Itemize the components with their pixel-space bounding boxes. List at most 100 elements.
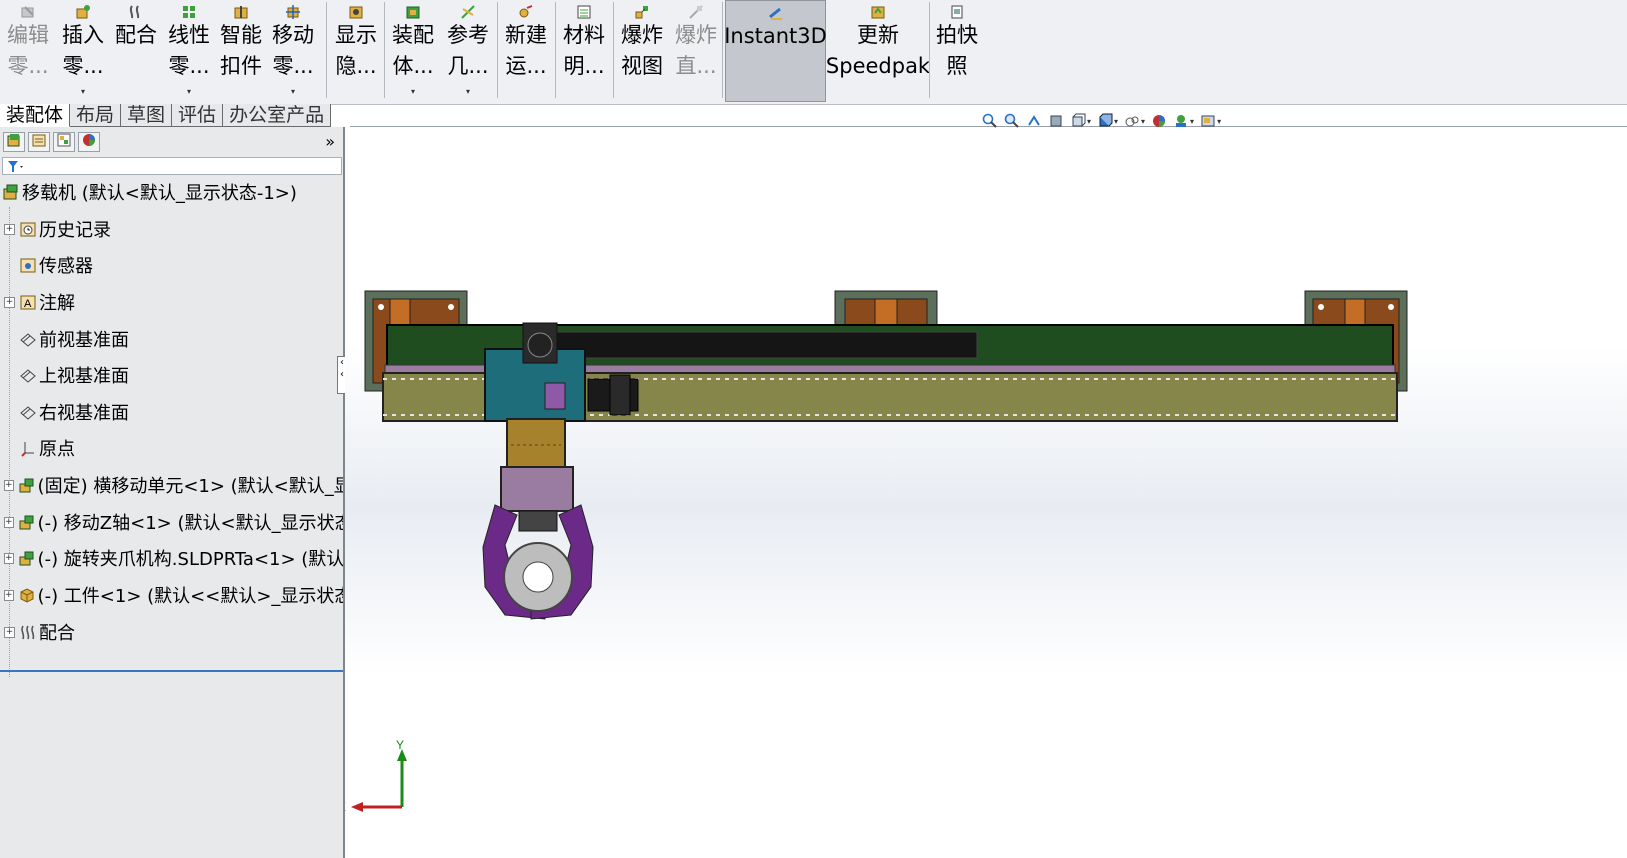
zoom-area-icon[interactable] [1004, 113, 1020, 129]
tab-sketch[interactable]: 草图 [121, 104, 173, 127]
history-icon [19, 220, 37, 238]
update-speedpak-button[interactable]: 更新 Speedpak [826, 0, 930, 102]
view-orientation-icon[interactable]: ▾ [1070, 113, 1091, 129]
plane-icon [19, 366, 37, 384]
section-view-icon[interactable] [1048, 113, 1064, 129]
subassembly-icon [18, 476, 36, 494]
ribbon-separator [326, 2, 327, 98]
insert-component-icon [74, 4, 92, 20]
expand-toggle-icon[interactable]: + [4, 516, 14, 528]
property-manager-tab[interactable] [28, 132, 50, 152]
tree-item-top-plane[interactable]: 上视基准面 [0, 360, 343, 390]
z-axis-slide[interactable] [506, 418, 566, 470]
new-motion-icon [517, 4, 535, 20]
dropdown-arrow-icon[interactable]: ▾ [411, 87, 415, 96]
bom-icon [575, 4, 593, 20]
configuration-icon [56, 132, 72, 152]
view-settings-icon[interactable]: ▾ [1200, 113, 1221, 129]
command-ribbon: 编辑 零... 插入 零... ▾ 配合 线性 零... ▾ 智能 扣件 移动 … [0, 0, 1627, 105]
linear-pattern-icon [180, 4, 198, 20]
property-manager-icon [31, 132, 47, 152]
tree-item-mates[interactable]: + 配合 [0, 617, 343, 647]
model-canvas[interactable]: Y X [345, 127, 1627, 858]
triad-x-label: X [345, 800, 346, 814]
new-motion-study-button[interactable]: 新建 运... [500, 0, 552, 102]
sensor-icon [19, 256, 37, 274]
dropdown-arrow-icon[interactable]: ▾ [466, 87, 470, 96]
dropdown-arrow-icon[interactable]: ▾ [81, 87, 85, 96]
instant3d-button[interactable]: Instant3D [724, 0, 827, 102]
tree-item-z-axis[interactable]: + (-) 移动Z轴<1> (默认<默认_显示状态-1>) [0, 507, 343, 537]
tab-evaluate[interactable]: 评估 [172, 104, 224, 127]
tree-item-origin[interactable]: 原点 [0, 433, 343, 463]
speedpak-icon [869, 4, 887, 20]
expand-toggle-icon[interactable]: + [4, 626, 15, 638]
exploded-view-button[interactable]: 爆炸 视图 [616, 0, 668, 102]
explode-line-sketch-button[interactable]: 爆炸 直... [670, 0, 722, 102]
hide-show-items-icon[interactable]: ▾ [1124, 113, 1145, 129]
display-manager-icon [81, 132, 97, 152]
tree-item-right-plane[interactable]: 右视基准面 [0, 397, 343, 427]
feature-manager-tab[interactable] [3, 132, 25, 152]
svg-text:A: A [24, 298, 32, 310]
explode-line-icon [687, 4, 705, 20]
previous-view-icon[interactable] [1026, 113, 1042, 129]
expand-toggle-icon[interactable]: + [4, 552, 14, 564]
tree-item-history[interactable]: + 历史记录 [0, 214, 343, 244]
dropdown-arrow-icon[interactable]: ▾ [187, 87, 191, 96]
reference-geometry-icon [459, 4, 477, 20]
tab-layout[interactable]: 布局 [70, 104, 122, 127]
tree-root-assembly[interactable]: 移载机 (默认<默认_显示状态-1>) [0, 177, 343, 207]
display-manager-tab[interactable] [78, 132, 100, 152]
servo-motor[interactable] [587, 374, 639, 416]
coordinate-triad: Y X [345, 738, 407, 814]
plane-icon [19, 403, 37, 421]
more-tabs-chevron-icon[interactable]: » [325, 132, 335, 151]
edit-appearance-icon[interactable] [1151, 113, 1167, 129]
assembly-features-button[interactable]: 装配 体... ▾ [387, 0, 439, 102]
tree-item-rotary-gripper[interactable]: + (-) 旋转夹爪机构.SLDPRTa<1> (默认<默认 [0, 543, 343, 573]
expand-toggle-icon[interactable]: + [4, 589, 14, 601]
take-snapshot-button[interactable]: 拍快 照 [932, 0, 982, 102]
linear-pattern-button[interactable]: 线性 零... ▾ [164, 0, 214, 102]
tree-item-workpiece[interactable]: + (-) 工件<1> (默认<<默认>_显示状态 1>) [0, 580, 343, 610]
reference-geometry-button[interactable]: 参考 几... ▾ [442, 0, 494, 102]
expand-toggle-icon[interactable]: + [4, 223, 15, 235]
heads-up-view-toolbar: ▾ ▾ ▾ ▾ ▾ [982, 112, 1227, 130]
graphics-area[interactable]: Y X [345, 127, 1627, 858]
center-mount-bracket[interactable] [834, 290, 938, 328]
dropdown-arrow-icon[interactable]: ▾ [291, 87, 295, 96]
origin-icon [19, 439, 37, 457]
tree-filter[interactable] [2, 157, 342, 175]
apply-scene-icon[interactable]: ▾ [1173, 113, 1194, 129]
ribbon-separator [555, 2, 556, 98]
tab-office-products[interactable]: 办公室产品 [223, 104, 332, 127]
filter-icon[interactable] [7, 159, 25, 178]
workpiece-ring[interactable] [503, 542, 573, 612]
mate-icon [127, 4, 145, 20]
bill-of-materials-button[interactable]: 材料 明... [558, 0, 610, 102]
expand-toggle-icon[interactable]: + [4, 479, 14, 491]
move-component-button[interactable]: 移动 零... ▾ [268, 0, 318, 102]
mate-button[interactable]: 配合 [110, 0, 162, 102]
display-style-icon[interactable]: ▾ [1097, 113, 1118, 129]
smart-fastener-icon [232, 4, 250, 20]
edit-component-icon [19, 4, 37, 20]
zoom-to-fit-icon[interactable] [982, 113, 998, 129]
exploded-view-icon [633, 4, 651, 20]
tree-item-annotations[interactable]: + A 注解 [0, 287, 343, 317]
panel-split-bar[interactable] [0, 670, 343, 672]
smart-fastener-button[interactable]: 智能 扣件 [216, 0, 266, 102]
annotation-icon: A [19, 293, 37, 311]
ribbon-separator [722, 2, 723, 98]
feature-manager-panel: » 移载机 (默认<默认_显示状态-1>) + 历史记录 传感器 + A 注解 … [0, 127, 345, 858]
edit-component-button[interactable]: 编辑 零... [0, 0, 56, 102]
tree-item-front-plane[interactable]: 前视基准面 [0, 324, 343, 354]
insert-component-button[interactable]: 插入 零... ▾ [58, 0, 108, 102]
configuration-manager-tab[interactable] [53, 132, 75, 152]
show-hide-button[interactable]: 显示 隐... [330, 0, 382, 102]
tree-item-traverse-unit[interactable]: + (固定) 横移动单元<1> (默认<默认_显示状态 [0, 470, 343, 500]
tab-assembly[interactable]: 装配体 [0, 104, 71, 127]
tree-item-sensors[interactable]: 传感器 [0, 250, 343, 280]
expand-toggle-icon[interactable]: + [4, 296, 15, 308]
